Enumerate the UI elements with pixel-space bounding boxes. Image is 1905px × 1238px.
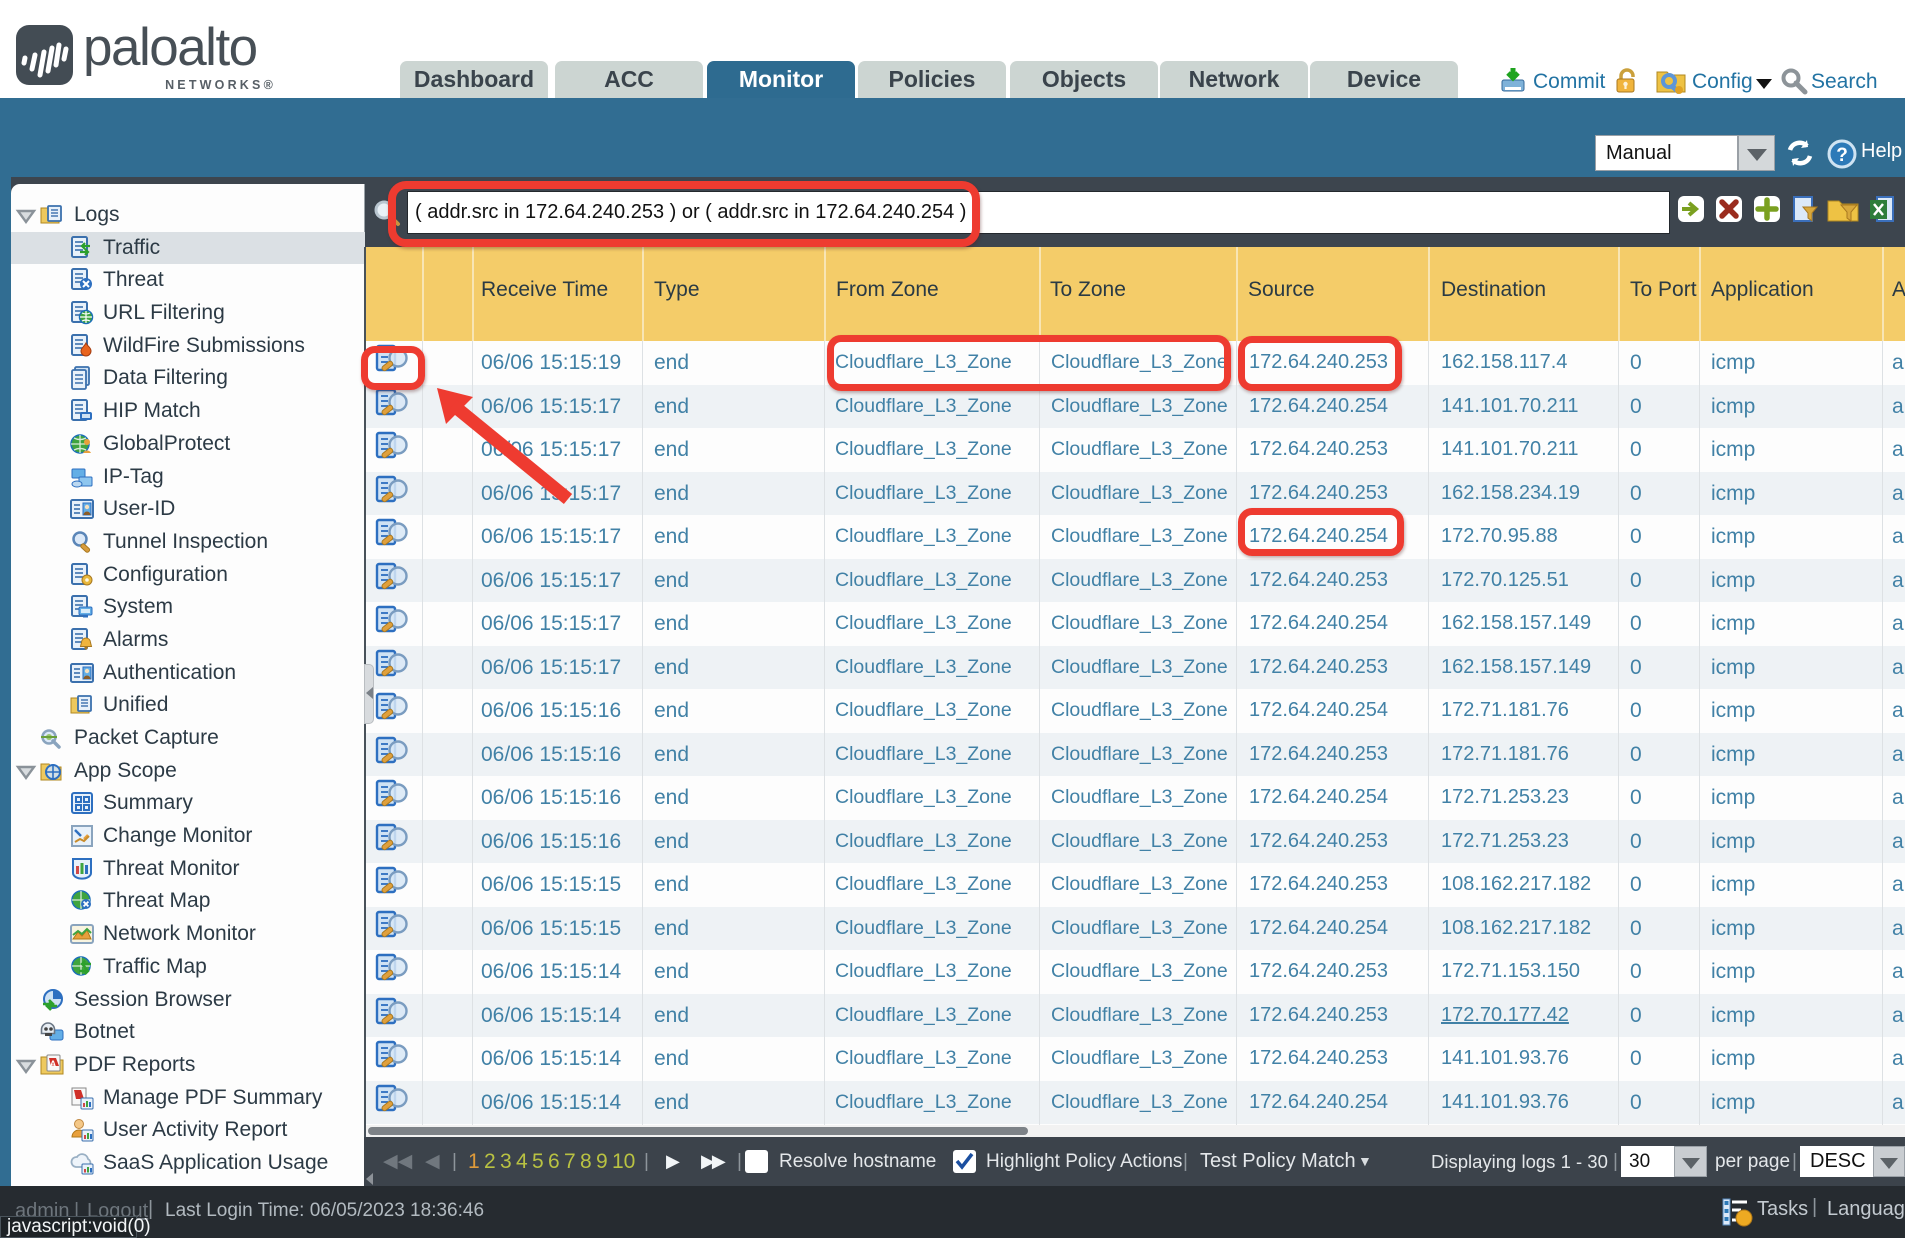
svg-text:?: ?	[1836, 145, 1848, 166]
svg-text:A: A	[50, 1059, 57, 1069]
